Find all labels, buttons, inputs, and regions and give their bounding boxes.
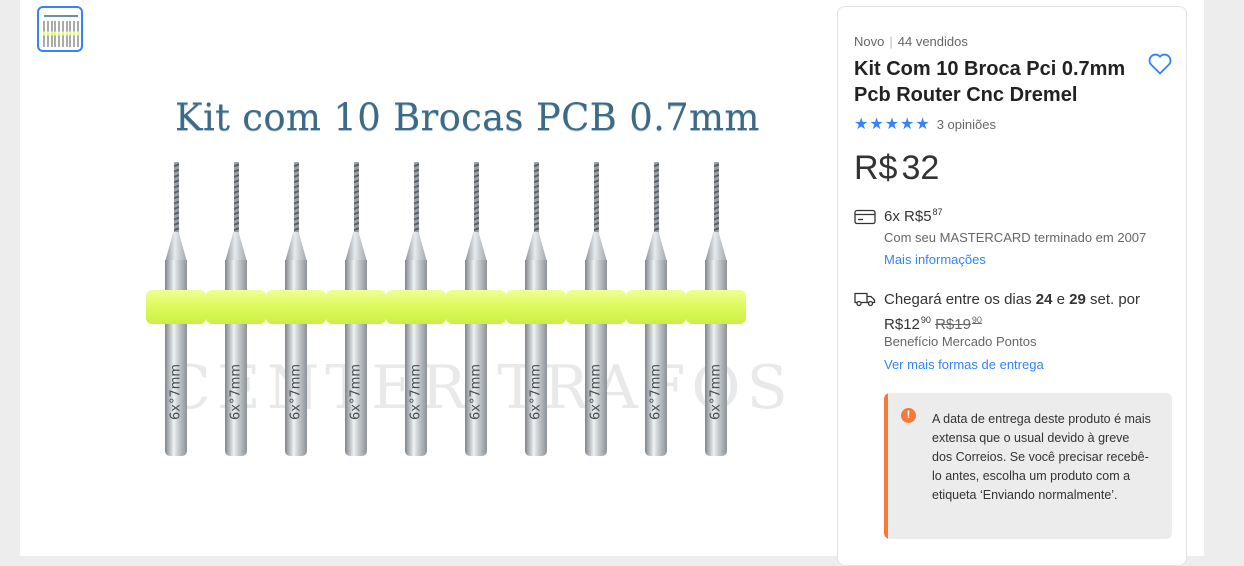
- drill-ring: [506, 290, 566, 324]
- installments-text: 6x R$587: [884, 207, 943, 225]
- gallery-thumbnail[interactable]: [37, 6, 83, 52]
- drill-label: 6x°7mm: [588, 363, 604, 421]
- drill-bit: 6x°7mm: [266, 162, 326, 462]
- sold-count: 44 vendidos: [897, 34, 968, 49]
- drill-tip: [414, 162, 419, 236]
- drill-ring: [326, 290, 386, 324]
- drill-cone: [285, 232, 307, 262]
- price-value: 32: [901, 149, 940, 187]
- reviews-count[interactable]: 3 opiniões: [937, 117, 996, 132]
- price-currency: R$: [854, 149, 898, 187]
- price: R$ 32: [854, 149, 939, 188]
- shipping-text-and: e: [1052, 291, 1070, 308]
- drill-ring: [566, 290, 626, 324]
- product-title: Kit Com 10 Broca Pci 0.7mm Pcb Router Cn…: [854, 58, 1126, 106]
- drill-cone: [705, 232, 727, 262]
- shipping-benefit: Benefício Mercado Pontos: [884, 334, 1037, 349]
- drill-ring: [386, 290, 446, 324]
- image-title-text: Kit com 10 Brocas PCB 0.7mm: [175, 96, 760, 139]
- more-delivery-options-link[interactable]: Ver mais formas de entrega: [884, 357, 1044, 372]
- product-main-image[interactable]: Kit com 10 Brocas PCB 0.7mm CENTER TRAFO…: [95, 70, 825, 490]
- installments-amount: 5: [923, 208, 932, 225]
- drill-bit: 6x°7mm: [626, 162, 686, 462]
- drill-tip: [474, 162, 479, 236]
- more-info-link[interactable]: Mais informações: [884, 252, 986, 267]
- drill-label: 6x°7mm: [228, 363, 244, 421]
- drill-cone: [465, 232, 487, 262]
- drill-ring: [626, 290, 686, 324]
- drill-tip: [294, 162, 299, 236]
- installments-cents: 87: [932, 207, 943, 217]
- delivery-notice: ! A data de entrega deste produto é mais…: [884, 393, 1172, 539]
- drill-ring: [266, 290, 326, 324]
- drill-bit: 6x°7mm: [446, 162, 506, 462]
- purchase-panel: Novo | 44 vendidos Kit Com 10 Broca Pci 0.…: [837, 6, 1187, 566]
- drill-label: 6x°7mm: [708, 363, 724, 421]
- drill-label: 6x°7mm: [288, 363, 304, 421]
- shipping-price-cents: 90: [920, 315, 931, 325]
- shipping-day-end: 29: [1069, 291, 1086, 308]
- drill-bit: 6x°7mm: [566, 162, 626, 462]
- rating[interactable]: ★★★★★ 3 opiniões: [854, 114, 996, 134]
- drill-label: 6x°7mm: [468, 363, 484, 421]
- warning-icon: !: [901, 408, 916, 423]
- drill-bit: 6x°7mm: [326, 162, 386, 462]
- drill-ring: [446, 290, 506, 324]
- notice-text: A data de entrega deste produto é mais e…: [932, 412, 1151, 502]
- drill-cone: [525, 232, 547, 262]
- drill-label: 6x°7mm: [408, 363, 424, 421]
- card-info: Com seu MASTERCARD terminado em 2007: [884, 230, 1147, 245]
- credit-card-icon: [854, 209, 876, 225]
- product-subtitle: Novo | 44 vendidos: [854, 34, 968, 49]
- thumbnail-drills: [43, 21, 79, 47]
- shipping-price: 12: [903, 316, 920, 333]
- drill-label: 6x°7mm: [648, 363, 664, 421]
- shipping-old-price: R$1990: [935, 315, 982, 333]
- shipping-day-start: 24: [1035, 291, 1053, 308]
- condition-label: Novo: [854, 34, 885, 49]
- drill-ring: [686, 290, 746, 324]
- shipping-text-end: set. por: [1085, 291, 1141, 308]
- installments-prefix: 6x R$: [884, 208, 924, 225]
- shipping-estimate: Chegará entre os dias 24 e 29 set. por R…: [884, 290, 1174, 335]
- drill-tip: [594, 162, 599, 236]
- drill-tip: [654, 162, 659, 236]
- thumbnail-title-line: [44, 15, 78, 17]
- shipping-text: Chegará entre os dias: [884, 291, 1036, 308]
- shipping-price-prefix: R$: [884, 316, 904, 333]
- notice-accent-bar: [884, 393, 888, 539]
- drill-cone: [345, 232, 367, 262]
- drill-cone: [585, 232, 607, 262]
- drill-cone: [165, 232, 187, 262]
- drill-tip: [234, 162, 239, 236]
- drill-tip: [174, 162, 179, 236]
- drill-ring: [206, 290, 266, 324]
- drill-bit: 6x°7mm: [206, 162, 266, 462]
- drill-label: 6x°7mm: [168, 363, 184, 421]
- drill-bit: 6x°7mm: [506, 162, 566, 462]
- drill-bit: 6x°7mm: [386, 162, 446, 462]
- drill-cone: [645, 232, 667, 262]
- drill-tip: [354, 162, 359, 236]
- drill-label: 6x°7mm: [348, 363, 364, 421]
- drill-ring: [146, 290, 206, 324]
- drill-label: 6x°7mm: [528, 363, 544, 421]
- drill-cone: [225, 232, 247, 262]
- drill-bit: 6x°7mm: [146, 162, 206, 462]
- truck-icon: [854, 292, 876, 307]
- rating-stars-icon: ★★★★★: [854, 116, 931, 133]
- drill-bit: 6x°7mm: [686, 162, 746, 462]
- favorite-heart-icon[interactable]: [1148, 53, 1172, 75]
- drill-tip: [714, 162, 719, 236]
- drill-cone: [405, 232, 427, 262]
- drill-tip: [534, 162, 539, 236]
